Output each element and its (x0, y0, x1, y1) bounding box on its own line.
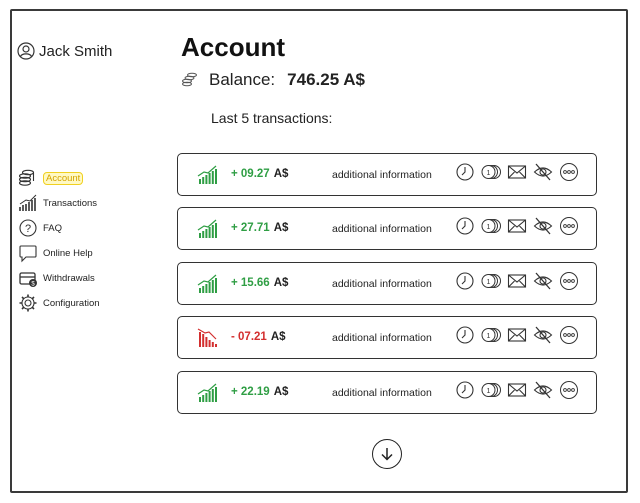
transaction-actions: 1 (455, 325, 585, 345)
clock-icon[interactable] (455, 325, 475, 345)
sidebar-item-configuration[interactable]: Configuration (18, 293, 100, 313)
chat-bubble-icon (19, 245, 37, 263)
sidebar-item-label: FAQ (43, 222, 63, 234)
amount-value: + 09.27 (231, 168, 270, 180)
transaction-info: additional information (332, 169, 432, 181)
sidebar-item-label: Account (43, 171, 84, 185)
transaction-amount: + 27.71 A$ (231, 222, 288, 234)
coins-icon[interactable]: 1 (481, 380, 501, 400)
svg-text:1: 1 (487, 333, 491, 340)
clock-icon[interactable] (455, 216, 475, 236)
help-icon: ? (19, 219, 37, 237)
arrow-down-icon (381, 448, 393, 461)
svg-text:1: 1 (487, 170, 491, 177)
amount-value: - 07.21 (231, 331, 267, 344)
clock-icon[interactable] (455, 380, 475, 400)
sidebar-item-online-help[interactable]: Online Help (18, 243, 93, 263)
coins-icon[interactable]: 1 (481, 325, 501, 345)
svg-text:1: 1 (487, 388, 491, 395)
hide-icon[interactable] (533, 380, 553, 400)
sidebar-item-label: Configuration (43, 297, 100, 309)
more-icon[interactable] (559, 216, 579, 236)
envelope-icon[interactable] (507, 162, 527, 182)
amount-currency: A$ (273, 276, 289, 289)
sidebar-item-account[interactable]: Account (18, 168, 84, 188)
amount-currency: A$ (270, 331, 286, 344)
page-title: Account (181, 32, 285, 62)
transaction-row[interactable]: + 27.71 A$ additional information 1 (177, 207, 597, 251)
clock-icon[interactable] (455, 271, 475, 291)
amount-value: + 15.66 (231, 276, 270, 289)
user-icon (17, 42, 35, 60)
transaction-info: additional information (332, 332, 432, 345)
trend-up-icon (197, 383, 217, 402)
trend-up-icon (197, 219, 217, 239)
transaction-row[interactable]: + 09.27 A$ additional information 1 (177, 153, 597, 196)
envelope-icon[interactable] (507, 216, 527, 236)
balance-value: 746.25 A$ (287, 70, 365, 89)
transaction-info: additional information (332, 386, 432, 399)
transaction-row[interactable]: - 07.21 A$ additional information 1 (177, 316, 597, 360)
more-icon[interactable] (559, 271, 579, 291)
balance-label: Balance: (209, 70, 276, 89)
svg-text:1: 1 (487, 224, 491, 231)
amount-value: + 22.19 (231, 385, 270, 398)
clock-icon[interactable] (455, 162, 475, 182)
trend-up-icon (197, 165, 217, 184)
coins-icon (182, 72, 197, 87)
sidebar-item-label: Transactions (43, 197, 98, 209)
coins-icon[interactable]: 1 (481, 216, 501, 236)
transaction-actions: 1 (455, 271, 585, 291)
hide-icon[interactable] (533, 162, 553, 182)
transaction-info: additional information (332, 223, 432, 236)
amount-currency: A$ (273, 222, 289, 235)
transaction-row[interactable]: + 22.19 A$ additional information 1 (177, 370, 597, 414)
coins-icon[interactable]: 1 (481, 271, 501, 291)
transaction-info: additional information (332, 277, 432, 290)
amount-currency: A$ (273, 168, 289, 180)
envelope-icon[interactable] (507, 325, 527, 345)
envelope-icon[interactable] (507, 271, 527, 291)
coins-icon[interactable]: 1 (481, 162, 501, 182)
amount-currency: A$ (273, 385, 289, 398)
transaction-actions: 1 (455, 380, 585, 400)
amount-value: + 27.71 (231, 222, 270, 235)
transaction-amount: - 07.21 A$ (231, 331, 286, 343)
sidebar-item-transactions[interactable]: Transactions (18, 193, 97, 213)
user-name: Jack Smith (39, 42, 113, 60)
transaction-amount: + 22.19 A$ (231, 386, 288, 398)
sidebar-item-label: Online Help (43, 247, 93, 259)
more-icon[interactable] (559, 325, 579, 345)
coins-icon (18, 169, 35, 186)
transaction-amount: + 09.27 A$ (231, 168, 288, 180)
sidebar-item-faq[interactable]: ? FAQ (18, 218, 62, 238)
gear-icon (19, 294, 37, 312)
trend-down-icon (197, 328, 217, 348)
sidebar-item-withdrawals[interactable]: $ Withdrawals (18, 268, 95, 288)
hide-icon[interactable] (533, 271, 553, 291)
more-icon[interactable] (559, 380, 579, 400)
hide-icon[interactable] (533, 216, 553, 236)
scroll-down-button[interactable] (372, 439, 402, 469)
wallet-icon: $ (19, 272, 37, 288)
trend-up-icon (197, 274, 217, 293)
transactions-heading: Last 5 transactions: (211, 110, 333, 126)
transaction-actions: 1 (455, 162, 585, 182)
user-profile[interactable]: Jack Smith (17, 42, 112, 60)
transaction-row[interactable]: + 15.66 A$ additional information 1 (177, 261, 597, 305)
svg-text:1: 1 (487, 279, 491, 286)
transaction-amount: + 15.66 A$ (231, 277, 288, 289)
transaction-actions: 1 (455, 216, 585, 236)
sidebar-item-label: Withdrawals (43, 272, 95, 284)
balance-row: Balance: 746.25 A$ (181, 70, 365, 90)
bar-chart-icon (19, 194, 37, 211)
svg-text:?: ? (25, 223, 31, 235)
envelope-icon[interactable] (507, 380, 527, 400)
hide-icon[interactable] (533, 325, 553, 345)
more-icon[interactable] (559, 162, 579, 182)
